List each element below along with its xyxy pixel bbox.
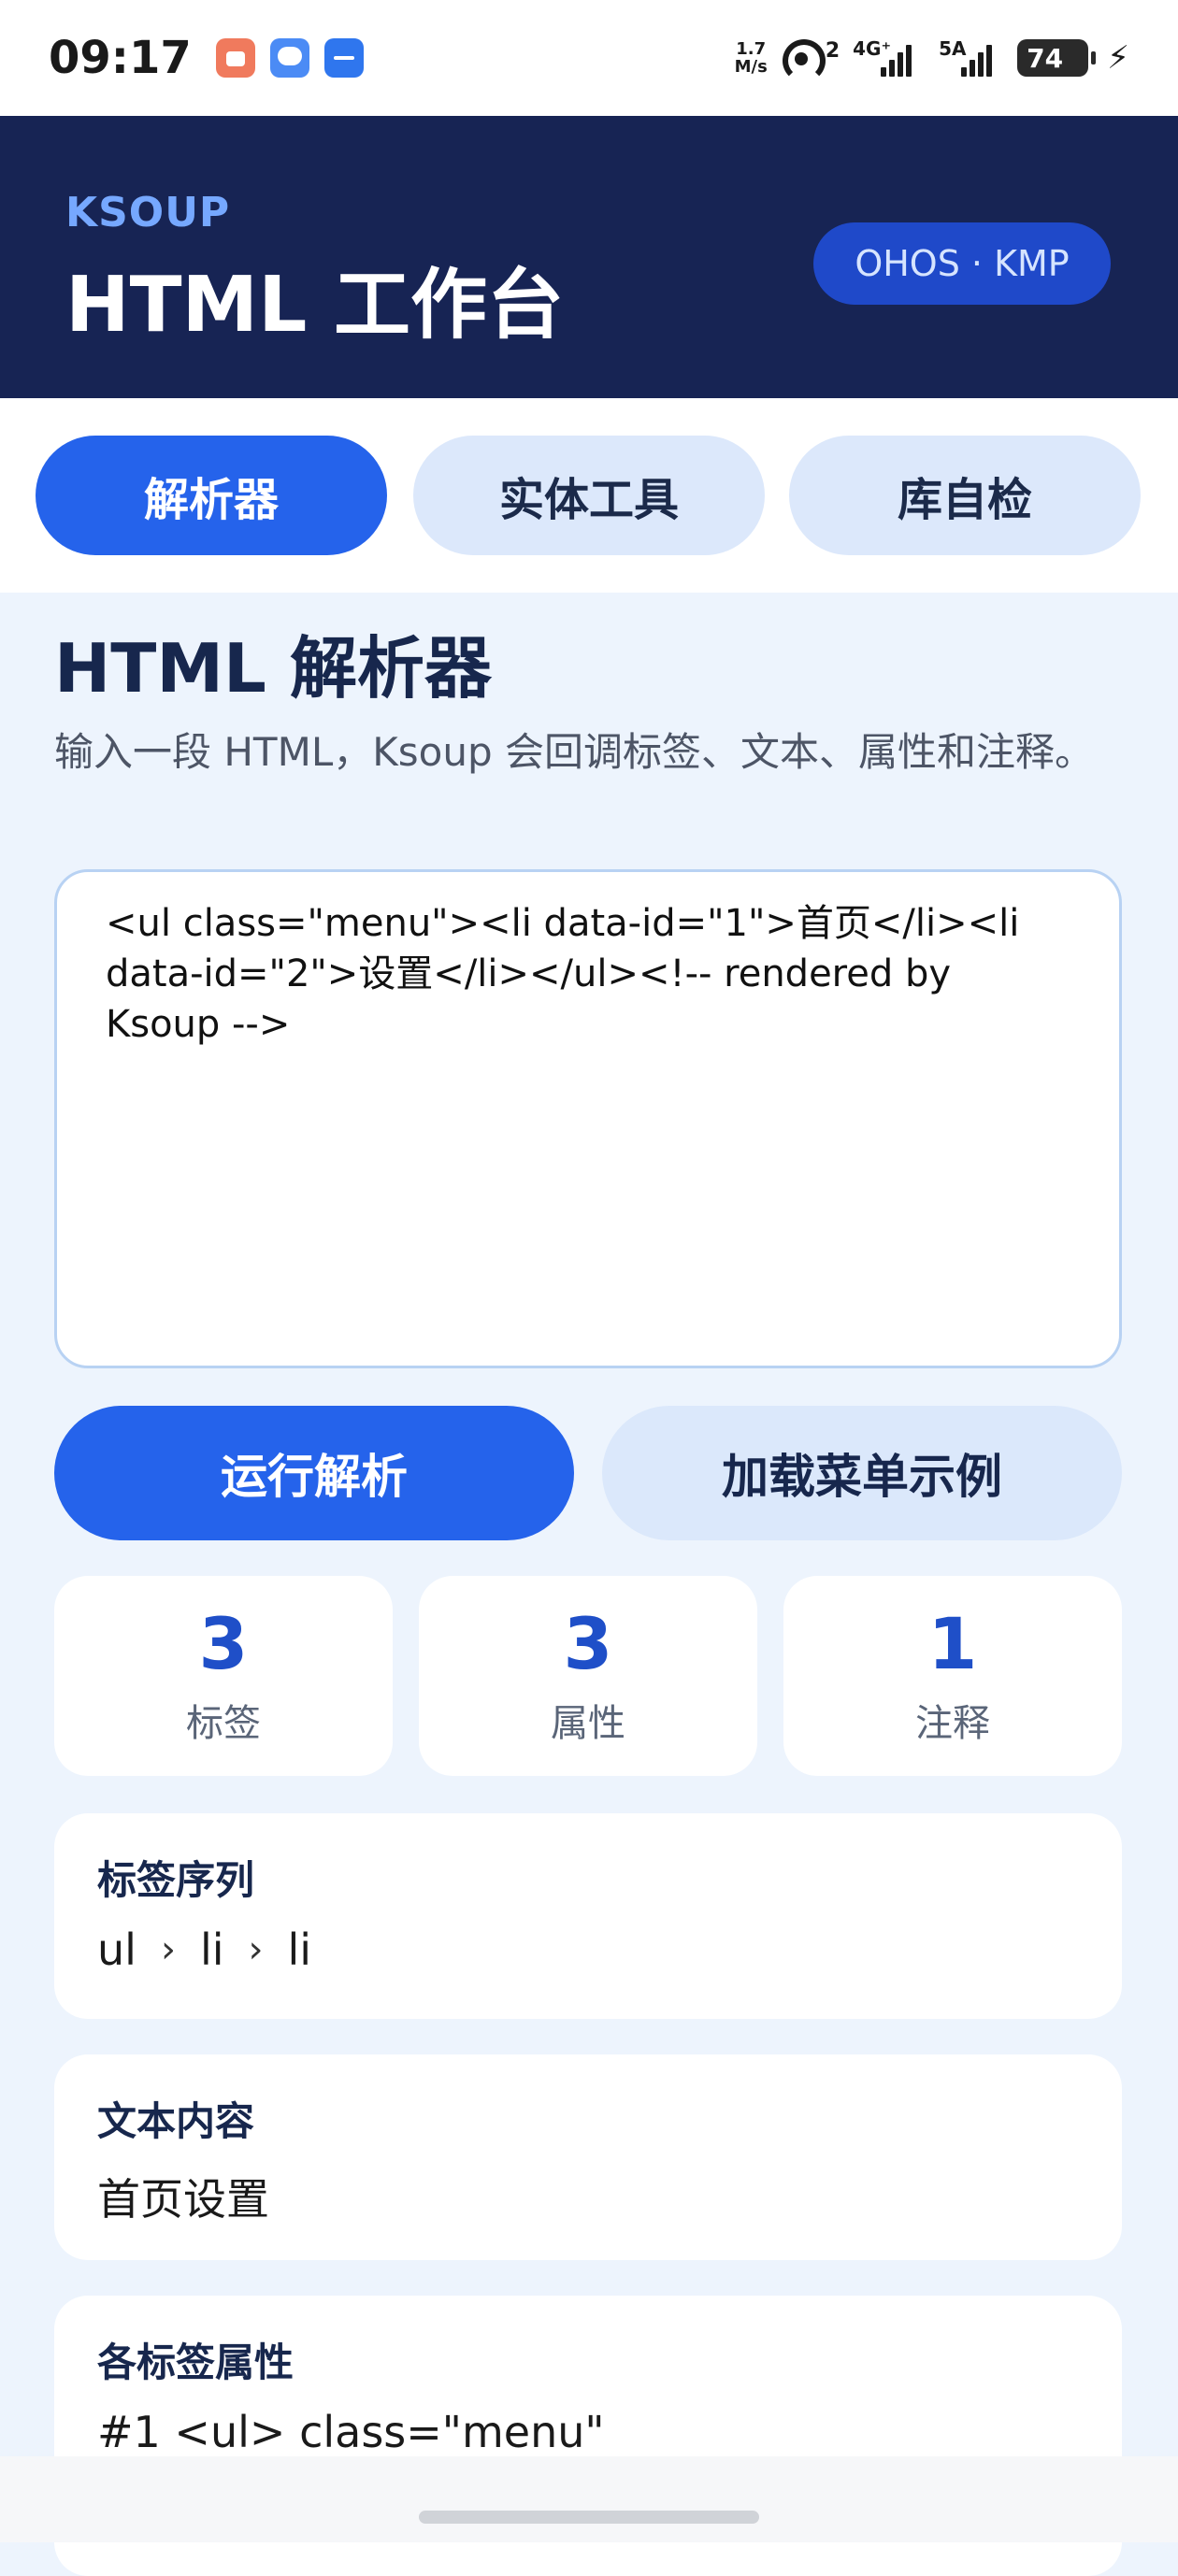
signal-strength-icon-2: 5A [939,37,1004,77]
page-description: 输入一段 HTML，Ksoup 会回调标签、文本、属性和注释。 [54,729,1094,775]
status-bar: 09:17 1.7 M/s 2 4G⁺ 5A 74 ⚡ [0,0,1178,116]
tab-strip: 解析器 实体工具 库自检 [0,398,1178,593]
text-content-value: 首页设置 [97,2174,269,2225]
network-speed-value: 1.7 [736,39,767,59]
load-menu-example-button[interactable]: 加载菜单示例 [602,1406,1122,1540]
tab-entity-tools[interactable]: 实体工具 [413,436,765,555]
run-parse-button[interactable]: 运行解析 [54,1406,574,1540]
stat-value: 3 [563,1602,613,1685]
signal-label-2: 5A [939,37,967,60]
hotspot-count: 2 [825,38,840,63]
battery-icon: 74 [1017,39,1097,77]
stat-value: 3 [198,1602,249,1685]
page-title: HTML 解析器 [54,629,492,708]
hotspot-icon [781,37,826,82]
platform-badge: OHOS · KMP [813,222,1111,305]
battery-level: 74 [1027,42,1064,74]
home-indicator[interactable] [419,2511,759,2524]
header-kicker: KSOUP [65,189,231,236]
navigation-bar [0,2456,1178,2542]
usb-icon [323,38,364,78]
tag-sequence: ul › li › li [97,1925,1079,1975]
chevron-right-icon: › [160,1928,176,1971]
stat-card-comments: 1 注释 [783,1576,1122,1776]
text-content-card: 文本内容 首页设置 [54,2054,1122,2260]
stat-card-tags: 3 标签 [54,1576,393,1776]
card-title: 标签序列 [97,1857,255,1903]
tag-item: li [287,1925,312,1975]
app-header: KSOUP HTML 工作台 OHOS · KMP [0,116,1178,398]
tag-item: li [199,1925,224,1975]
status-time: 09:17 [49,32,192,84]
card-title: 文本内容 [97,2098,255,2144]
stat-card-attributes: 3 属性 [419,1576,757,1776]
stat-label: 注释 [915,1702,990,1745]
status-indicators: 1.7 M/s 2 4G⁺ 5A 74 ⚡ [735,37,1129,82]
network-speed: 1.7 M/s [735,40,768,76]
signal-strength-icon: 4G⁺ [853,37,926,77]
tag-sequence-card: 标签序列 ul › li › li [54,1813,1122,2019]
chat-bubble-icon [269,38,309,78]
charging-bolt-icon: ⚡ [1107,39,1129,77]
shopping-bag-icon [215,38,255,78]
network-speed-unit: M/s [734,57,768,77]
stat-label: 标签 [186,1702,261,1745]
tab-library-check[interactable]: 库自检 [789,436,1141,555]
stat-label: 属性 [551,1702,625,1745]
attribute-line: #1 <ul> class="menu" [97,2407,605,2457]
tab-parser[interactable]: 解析器 [36,436,387,555]
html-input[interactable] [54,869,1122,1368]
stat-value: 1 [927,1602,978,1685]
tag-item: ul [97,1925,136,1975]
chevron-right-icon: › [248,1928,264,1971]
card-title: 各标签属性 [97,2340,294,2385]
signal-label: 4G⁺ [853,37,892,60]
header-title: HTML 工作台 [65,261,564,350]
